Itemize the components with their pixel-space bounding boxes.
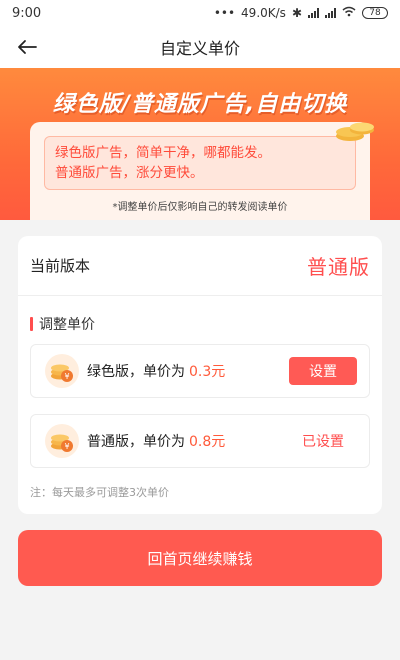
status-bar: 9:00 ••• 49.0K/s ✱ 78	[0, 0, 400, 26]
daily-limit-tip: 注：每天最多可调整3次单价	[30, 486, 169, 499]
svg-text:¥: ¥	[64, 372, 69, 381]
back-button[interactable]	[14, 34, 40, 60]
green-version-item: ¥ 绿色版，单价为 0.3元 设置	[30, 344, 370, 398]
section-accent-bar	[30, 317, 33, 331]
arrow-left-icon	[18, 40, 37, 54]
signal-2-icon	[325, 8, 336, 18]
set-green-button[interactable]: 设置	[289, 357, 357, 385]
banner-message-box: 绿色版广告，简单干净，哪都能发。 普通版广告，涨分更快。	[44, 136, 356, 190]
signal-icon	[308, 8, 319, 18]
status-icons: ••• 49.0K/s ✱ 78	[214, 6, 388, 20]
gold-coins-icon	[336, 122, 374, 141]
banner-line-2: 普通版广告，涨分更快。	[55, 165, 204, 181]
coin-stack-icon: ¥	[45, 354, 79, 388]
net-speed: 49.0K/s	[241, 6, 286, 20]
green-version-price: 0.3元	[189, 364, 226, 380]
battery-icon: 78	[362, 7, 388, 19]
nav-bar: 自定义单价	[0, 26, 400, 68]
green-version-text: 绿色版，单价为	[87, 364, 185, 380]
promo-banner: 绿色版/普通版广告,自由切换 绿色版广告，简单干净，哪都能发。 普通版广告，涨分…	[0, 68, 400, 220]
normal-version-item: ¥ 普通版，单价为 0.8元 已设置	[30, 414, 370, 468]
main-card: 当前版本 普通版 调整单价 ¥ 绿色版，单价为 0.3元 设置 ¥ 普通版，单价…	[18, 236, 382, 514]
svg-text:¥: ¥	[64, 442, 69, 451]
banner-note: *调整单价后仅影响自己的转发阅读单价	[112, 202, 288, 213]
already-set-label: 已设置	[302, 434, 344, 450]
current-version-label: 当前版本	[30, 257, 91, 275]
coin-stack-icon: ¥	[45, 424, 79, 458]
current-version-row: 当前版本 普通版	[18, 236, 382, 296]
adjust-section-title: 调整单价	[30, 314, 95, 334]
status-time: 9:00	[12, 5, 42, 21]
current-version-value: 普通版	[307, 255, 370, 279]
more-dots-icon: •••	[213, 6, 236, 20]
banner-line-1: 绿色版广告，简单干净，哪都能发。	[55, 145, 271, 161]
bluetooth-icon: ✱	[291, 6, 302, 20]
normal-version-text: 普通版，单价为	[87, 434, 185, 450]
wifi-icon	[342, 6, 356, 20]
page-title: 自定义单价	[159, 39, 240, 58]
normal-version-price: 0.8元	[189, 434, 226, 450]
banner-headline: 绿色版/普通版广告,自由切换	[52, 92, 348, 117]
back-home-button[interactable]: 回首页继续赚钱	[18, 530, 382, 586]
adjust-title-text: 调整单价	[39, 317, 95, 333]
